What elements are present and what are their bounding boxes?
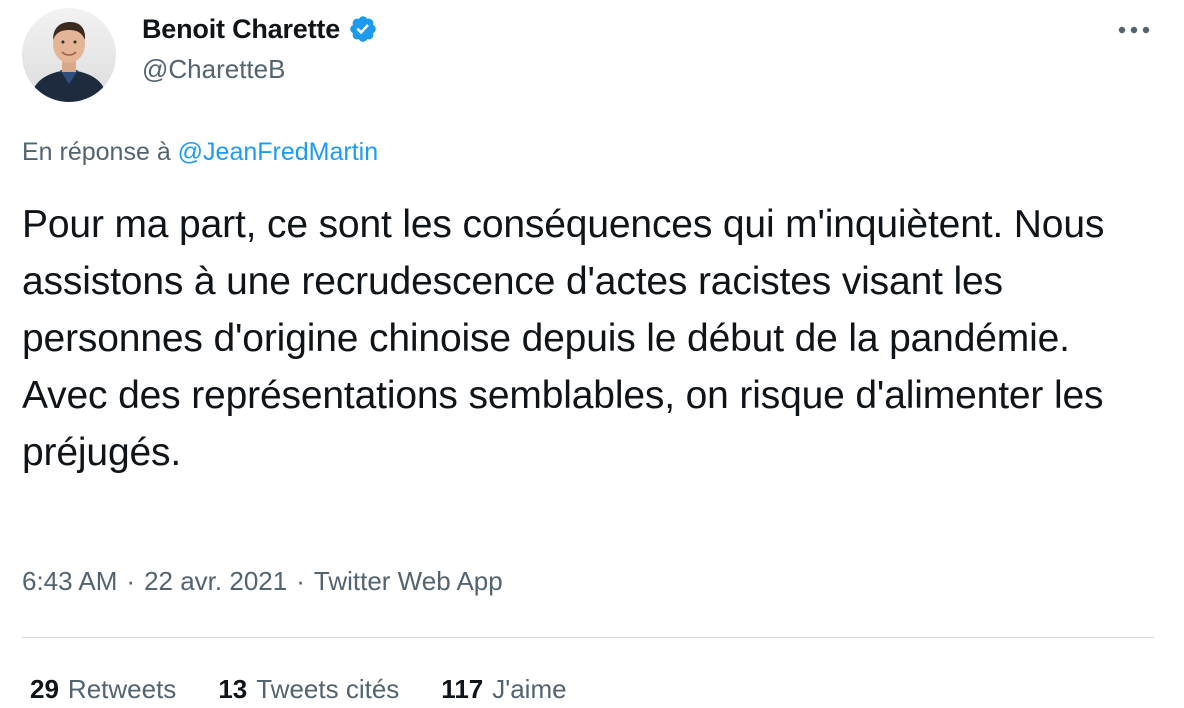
more-horizontal-icon[interactable] <box>1116 16 1152 44</box>
retweets-count: 29 <box>30 674 59 704</box>
tweet-source[interactable]: Twitter Web App <box>314 566 503 597</box>
likes-count: 117 <box>441 674 484 704</box>
quote-tweets-count: 13 <box>218 674 248 704</box>
tweet-meta: 6:43 AM · 22 avr. 2021 · Twitter Web App <box>22 566 503 597</box>
avatar-image <box>22 8 116 102</box>
retweets-label: Retweets <box>67 674 177 704</box>
author-handle[interactable]: @CharetteB <box>142 54 285 85</box>
reply-context: En réponse à @JeanFredMartin <box>22 138 378 167</box>
retweets-stat[interactable]: 29 Retweets <box>30 674 176 705</box>
likes-label: J'aime <box>492 674 567 704</box>
avatar[interactable] <box>22 8 116 102</box>
quote-tweets-label: Tweets cités <box>256 674 400 704</box>
divider <box>22 637 1154 638</box>
tweet-stats: 29 Retweets 13 Tweets cités 117 J'aime <box>30 674 567 705</box>
tweet-card: Benoit Charette @CharetteB En réponse à … <box>0 0 1184 708</box>
meta-separator: · <box>126 566 136 596</box>
reply-prefix: En réponse à <box>22 138 171 166</box>
reply-mention-link[interactable]: @JeanFredMartin <box>178 138 378 166</box>
author-name-row: Benoit Charette <box>142 12 378 46</box>
tweet-text: Pour ma part, ce sont les conséquences q… <box>22 203 1105 474</box>
quote-tweets-stat[interactable]: 13 Tweets cités <box>218 674 399 705</box>
tweet-date[interactable]: 22 avr. 2021 <box>144 566 287 597</box>
verified-badge-icon <box>348 14 378 44</box>
author-display-name[interactable]: Benoit Charette <box>142 14 340 45</box>
tweet-time[interactable]: 6:43 AM <box>22 566 117 597</box>
likes-stat[interactable]: 117 J'aime <box>441 674 566 705</box>
meta-separator: · <box>296 566 305 596</box>
